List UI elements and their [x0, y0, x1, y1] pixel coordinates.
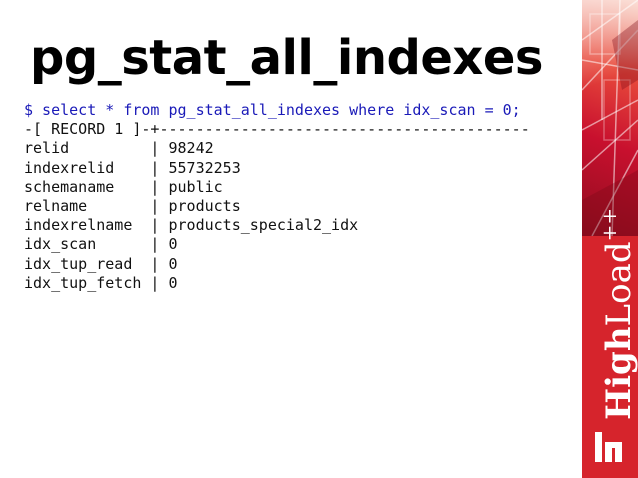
- sql-command: $ select * from pg_stat_all_indexes wher…: [24, 101, 521, 119]
- result-row: idx_tup_fetch | 0: [24, 274, 530, 293]
- result-row: relname | products: [24, 197, 530, 216]
- result-key: indexrelname: [24, 216, 133, 235]
- result-key: indexrelid: [24, 158, 115, 177]
- column-separator: |: [114, 177, 169, 196]
- result-key: schemaname: [24, 177, 115, 196]
- column-separator: |: [141, 273, 169, 292]
- record-header: -[ RECORD 1 ]-+-------------------------…: [24, 120, 530, 139]
- column-separator: |: [132, 216, 169, 235]
- result-key: idx_scan: [24, 235, 97, 254]
- column-separator: |: [114, 158, 169, 177]
- column-separator: |: [96, 235, 169, 254]
- logo-text-load: Load: [599, 241, 638, 327]
- result-key: idx_tup_fetch: [24, 273, 142, 292]
- result-value: 0: [168, 273, 178, 292]
- result-value: 55732253: [168, 158, 241, 177]
- column-separator: |: [132, 254, 169, 273]
- brand-strip: HighLoad++: [582, 0, 638, 478]
- result-row: idx_scan | 0: [24, 235, 530, 254]
- result-value: 0: [168, 254, 178, 273]
- logo-text-plus: ++: [597, 207, 621, 242]
- result-row: schemaname | public: [24, 178, 530, 197]
- brand-decorative-pattern: [582, 0, 638, 236]
- sql-output-block: $ select * from pg_stat_all_indexes wher…: [24, 101, 530, 293]
- result-value: products: [168, 196, 241, 215]
- result-value: products_special2_idx: [168, 216, 359, 235]
- column-separator: |: [69, 139, 169, 158]
- result-key: idx_tup_read: [24, 254, 133, 273]
- result-row: indexrelid | 55732253: [24, 159, 530, 178]
- result-row: indexrelname | products_special2_idx: [24, 216, 530, 235]
- result-value: public: [168, 177, 223, 196]
- highload-logo-mark-icon: [595, 432, 622, 462]
- highload-logo: HighLoad++: [584, 208, 638, 420]
- result-value: 98242: [168, 139, 214, 158]
- result-value: 0: [168, 235, 178, 254]
- result-row: relid | 98242: [24, 139, 530, 158]
- slide-title: pg_stat_all_indexes: [30, 30, 544, 86]
- result-row: idx_tup_read | 0: [24, 255, 530, 274]
- result-key: relname: [24, 196, 88, 215]
- result-rows: relid | 98242 indexrelid | 55732253 schema…: [24, 139, 530, 293]
- logo-text-high: High: [599, 326, 638, 420]
- result-key: relid: [24, 139, 70, 158]
- column-separator: |: [87, 196, 169, 215]
